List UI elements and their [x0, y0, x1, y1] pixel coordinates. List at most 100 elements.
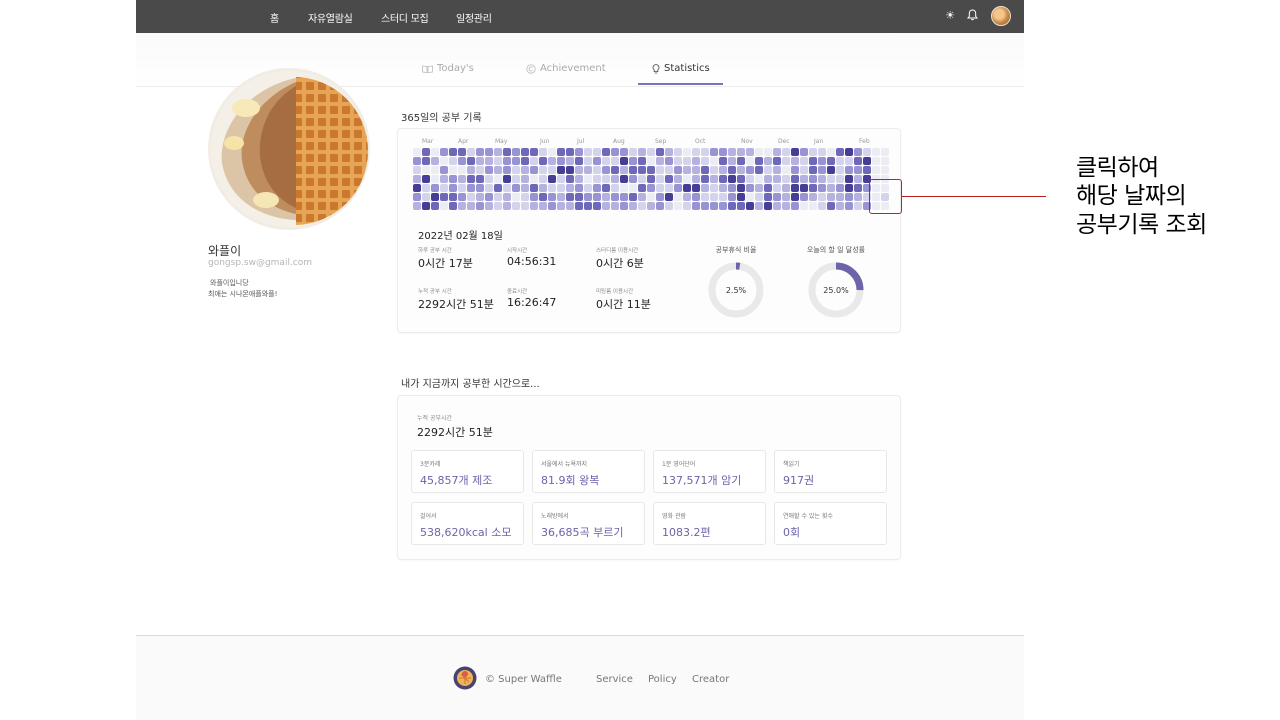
- heatmap-day-cell[interactable]: [494, 148, 502, 156]
- heatmap-day-cell[interactable]: [836, 184, 844, 192]
- heatmap-day-cell[interactable]: [512, 157, 520, 165]
- heatmap-day-cell[interactable]: [737, 202, 745, 210]
- heatmap-day-cell[interactable]: [422, 193, 430, 201]
- heatmap-day-cell[interactable]: [566, 157, 574, 165]
- heatmap-day-cell[interactable]: [629, 193, 637, 201]
- heatmap-day-cell[interactable]: [593, 157, 601, 165]
- bell-icon[interactable]: [965, 9, 979, 23]
- heatmap-day-cell[interactable]: [566, 166, 574, 174]
- heatmap-day-cell[interactable]: [638, 184, 646, 192]
- heatmap-day-cell[interactable]: [764, 166, 772, 174]
- heatmap-day-cell[interactable]: [458, 184, 466, 192]
- heatmap-day-cell[interactable]: [719, 202, 727, 210]
- heatmap-day-cell[interactable]: [539, 166, 547, 174]
- heatmap-day-cell[interactable]: [746, 202, 754, 210]
- heatmap-day-cell[interactable]: [800, 166, 808, 174]
- heatmap-day-cell[interactable]: [548, 175, 556, 183]
- heatmap-day-cell[interactable]: [728, 193, 736, 201]
- heatmap-day-cell[interactable]: [512, 148, 520, 156]
- heatmap-day-cell[interactable]: [557, 166, 565, 174]
- heatmap-day-cell[interactable]: [791, 166, 799, 174]
- tab-achievement[interactable]: Achievement: [526, 63, 606, 74]
- heatmap-day-cell[interactable]: [656, 202, 664, 210]
- heatmap-day-cell[interactable]: [485, 202, 493, 210]
- heatmap-day-cell[interactable]: [566, 184, 574, 192]
- heatmap-day-cell[interactable]: [539, 184, 547, 192]
- heatmap-day-cell[interactable]: [458, 193, 466, 201]
- heatmap-day-cell[interactable]: [530, 148, 538, 156]
- heatmap-day-cell[interactable]: [620, 148, 628, 156]
- heatmap-day-cell[interactable]: [485, 157, 493, 165]
- heatmap-day-cell[interactable]: [449, 193, 457, 201]
- heatmap-day-cell[interactable]: [818, 184, 826, 192]
- heatmap-day-cell[interactable]: [656, 175, 664, 183]
- heatmap-day-cell[interactable]: [431, 193, 439, 201]
- heatmap-day-cell[interactable]: [422, 184, 430, 192]
- heatmap-day-cell[interactable]: [854, 157, 862, 165]
- heatmap-day-cell[interactable]: [413, 175, 421, 183]
- heatmap-day-cell[interactable]: [809, 148, 817, 156]
- heatmap-day-cell[interactable]: [638, 148, 646, 156]
- heatmap-day-cell[interactable]: [755, 148, 763, 156]
- heatmap-day-cell[interactable]: [431, 202, 439, 210]
- heatmap-day-cell[interactable]: [548, 184, 556, 192]
- heatmap-day-cell[interactable]: [593, 193, 601, 201]
- heatmap-day-cell[interactable]: [620, 166, 628, 174]
- heatmap-day-cell[interactable]: [602, 184, 610, 192]
- heatmap-day-cell[interactable]: [773, 175, 781, 183]
- heatmap-day-cell[interactable]: [809, 166, 817, 174]
- heatmap-day-cell[interactable]: [692, 202, 700, 210]
- heatmap-day-cell[interactable]: [584, 193, 592, 201]
- heatmap-day-cell[interactable]: [845, 184, 853, 192]
- heatmap-day-cell[interactable]: [773, 157, 781, 165]
- heatmap-day-cell[interactable]: [512, 193, 520, 201]
- heatmap-day-cell[interactable]: [620, 184, 628, 192]
- heatmap-day-cell[interactable]: [494, 166, 502, 174]
- heatmap-day-cell[interactable]: [827, 175, 835, 183]
- nav-study-recruit[interactable]: 스터디 모집: [381, 10, 429, 25]
- heatmap-day-cell[interactable]: [818, 202, 826, 210]
- heatmap-day-cell[interactable]: [629, 166, 637, 174]
- heatmap-day-cell[interactable]: [719, 148, 727, 156]
- heatmap-day-cell[interactable]: [467, 184, 475, 192]
- heatmap-day-cell[interactable]: [593, 175, 601, 183]
- heatmap-day-cell[interactable]: [647, 184, 655, 192]
- heatmap-day-cell[interactable]: [719, 175, 727, 183]
- heatmap-day-cell[interactable]: [809, 157, 817, 165]
- heatmap-day-cell[interactable]: [674, 202, 682, 210]
- heatmap-day-cell[interactable]: [458, 166, 466, 174]
- heatmap-day-cell[interactable]: [503, 148, 511, 156]
- heatmap-day-cell[interactable]: [872, 166, 880, 174]
- heatmap-day-cell[interactable]: [431, 157, 439, 165]
- heatmap-day-cell[interactable]: [593, 148, 601, 156]
- heatmap-day-cell[interactable]: [800, 202, 808, 210]
- heatmap-day-cell[interactable]: [818, 157, 826, 165]
- footer-creator-link[interactable]: Creator: [692, 674, 729, 685]
- heatmap-day-cell[interactable]: [467, 193, 475, 201]
- heatmap-day-cell[interactable]: [764, 148, 772, 156]
- heatmap-day-cell[interactable]: [836, 148, 844, 156]
- heatmap-day-cell[interactable]: [467, 148, 475, 156]
- heatmap-day-cell[interactable]: [602, 166, 610, 174]
- heatmap-day-cell[interactable]: [629, 148, 637, 156]
- heatmap-day-cell[interactable]: [674, 175, 682, 183]
- heatmap-day-cell[interactable]: [737, 166, 745, 174]
- heatmap-day-cell[interactable]: [692, 193, 700, 201]
- heatmap-day-cell[interactable]: [683, 175, 691, 183]
- heatmap-day-cell[interactable]: [521, 175, 529, 183]
- avatar[interactable]: [991, 6, 1011, 26]
- heatmap-day-cell[interactable]: [458, 157, 466, 165]
- heatmap-day-cell[interactable]: [710, 202, 718, 210]
- heatmap-day-cell[interactable]: [584, 202, 592, 210]
- heatmap-day-cell[interactable]: [467, 202, 475, 210]
- heatmap-day-cell[interactable]: [845, 175, 853, 183]
- heatmap-day-cell[interactable]: [818, 166, 826, 174]
- heatmap-day-cell[interactable]: [503, 166, 511, 174]
- heatmap-day-cell[interactable]: [692, 184, 700, 192]
- heatmap-day-cell[interactable]: [746, 193, 754, 201]
- heatmap-day-cell[interactable]: [440, 202, 448, 210]
- heatmap-day-cell[interactable]: [476, 175, 484, 183]
- heatmap-day-cell[interactable]: [737, 148, 745, 156]
- heatmap-day-cell[interactable]: [593, 202, 601, 210]
- heatmap-day-cell[interactable]: [530, 193, 538, 201]
